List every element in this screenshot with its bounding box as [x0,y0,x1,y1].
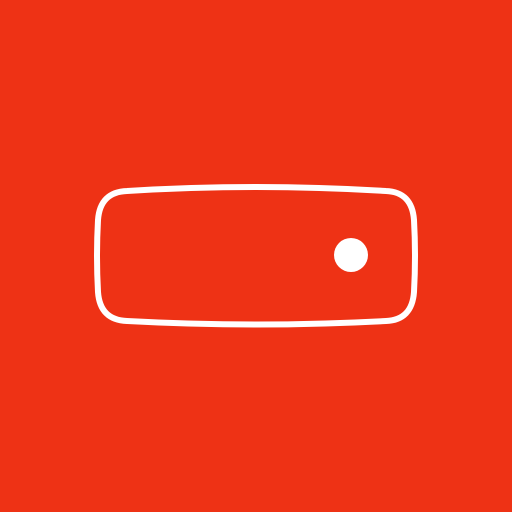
hard-drive-icon [94,184,418,328]
app-icon [0,0,512,512]
status-led-dot [334,238,368,272]
